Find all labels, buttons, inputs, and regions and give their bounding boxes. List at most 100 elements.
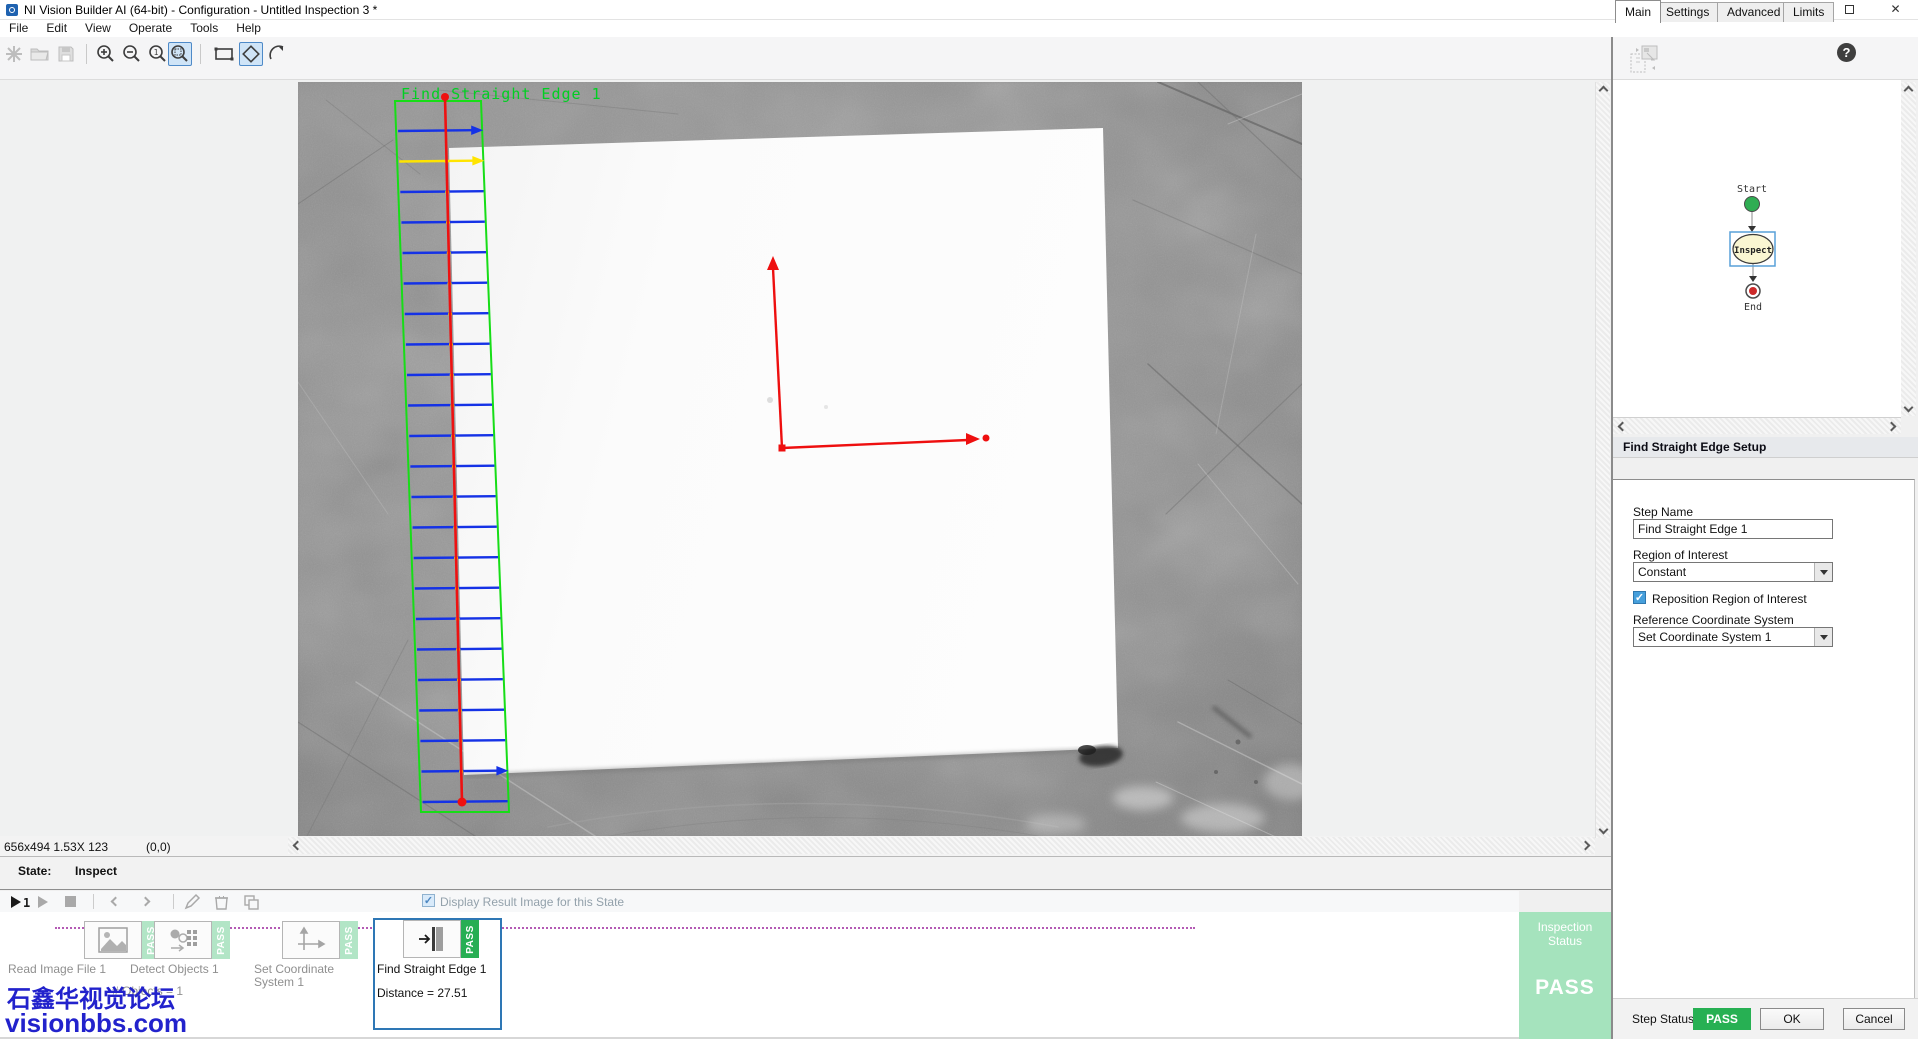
step-read-image-icon[interactable] — [84, 921, 142, 959]
tab-main[interactable]: Main — [1615, 0, 1661, 23]
diagram-start-label: Start — [1737, 184, 1767, 195]
rotated-rect-roi-icon[interactable] — [239, 42, 263, 66]
step-label[interactable]: Detect Objects 1 — [130, 963, 240, 976]
image-resolution-zoom: 656x494 1.53X 123 — [4, 840, 108, 854]
roi-label: Region of Interest — [1633, 548, 1728, 562]
stop-icon[interactable] — [64, 893, 77, 910]
step-label[interactable]: Find Straight Edge 1 — [377, 963, 497, 976]
toolbar-separator — [86, 44, 87, 64]
menu-help[interactable]: Help — [227, 20, 270, 37]
annulus-roi-icon[interactable] — [266, 42, 290, 66]
menu-edit[interactable]: Edit — [37, 20, 76, 37]
step-find-edge-icon[interactable] — [403, 920, 461, 958]
prev-icon[interactable] — [112, 893, 119, 910]
step-name-label: Step Name — [1633, 505, 1693, 519]
inspection-image[interactable]: Find Straight Edge 1 — [298, 82, 1302, 838]
ok-button[interactable]: OK — [1760, 1008, 1824, 1030]
next-icon[interactable] — [142, 893, 149, 910]
scroll-up-icon[interactable] — [1904, 86, 1914, 96]
scroll-down-icon[interactable] — [1599, 825, 1609, 835]
save-icon[interactable] — [54, 42, 78, 66]
reposition-roi-label: Reposition Region of Interest — [1652, 592, 1807, 606]
step-status-ribbon: PASS — [340, 921, 358, 959]
image-status-row: 656x494 1.53X 123 (0,0) — [0, 836, 1595, 856]
separator — [93, 894, 94, 909]
rect-roi-icon[interactable] — [212, 42, 236, 66]
diagram-hscrollbar[interactable] — [1613, 418, 1901, 434]
close-button[interactable]: ✕ — [1873, 0, 1918, 20]
run-icon[interactable] — [36, 893, 50, 910]
roi-dropdown[interactable]: Constant — [1633, 562, 1833, 582]
diagram-end-label: End — [1744, 302, 1762, 313]
overlay-step-label: Find Straight Edge 1 — [401, 85, 602, 103]
open-folder-icon[interactable] — [28, 42, 52, 66]
window-title: NI Vision Builder AI (64-bit) - Configur… — [24, 3, 377, 17]
toolbar-separator — [200, 44, 201, 64]
step-label[interactable]: Set Coordinate System 1 — [254, 963, 366, 989]
zoom-out-icon[interactable] — [120, 42, 144, 66]
scroll-up-icon[interactable] — [1599, 86, 1609, 96]
setup-panel-title: Find Straight Edge Setup — [1613, 437, 1918, 458]
svg-text:1: 1 — [23, 896, 30, 909]
edit-icon[interactable] — [184, 893, 201, 910]
state-label: State: — [18, 864, 51, 878]
scroll-right-icon[interactable] — [1581, 841, 1591, 851]
step-detect-objects-icon[interactable] — [154, 921, 212, 959]
diagram-start-node[interactable] — [1745, 197, 1760, 212]
diagram-vscrollbar[interactable] — [1901, 82, 1916, 416]
separator — [173, 894, 174, 909]
state-value[interactable]: Inspect — [75, 864, 117, 878]
zoom-1to1-icon[interactable]: 1 — [146, 42, 170, 66]
state-row: State: Inspect — [0, 856, 1611, 890]
step-status-ribbon: PASS — [461, 920, 479, 958]
image-hscrollbar[interactable] — [288, 837, 1595, 854]
watermark-line2: visionbbs.com — [5, 1008, 187, 1039]
zoom-fit-icon[interactable] — [168, 42, 192, 66]
run-once-icon[interactable]: 1 — [10, 893, 32, 910]
step-status-label: Step Status — [1632, 1012, 1694, 1026]
menu-view[interactable]: View — [76, 20, 120, 37]
setup-bottom-bar: Step Status PASS OK Cancel — [1613, 998, 1918, 1039]
image-vscrollbar[interactable] — [1595, 82, 1610, 838]
tab-limits[interactable]: Limits — [1783, 2, 1834, 22]
menu-file[interactable]: File — [0, 20, 37, 37]
inspection-status-panel: Inspection Status PASS — [1519, 912, 1611, 1039]
step-status-ribbon: PASS — [212, 921, 230, 959]
tab-advanced[interactable]: Advanced — [1717, 2, 1790, 22]
chevron-down-icon[interactable] — [1814, 563, 1832, 581]
tab-settings[interactable]: Settings — [1656, 2, 1719, 22]
new-icon[interactable] — [2, 42, 26, 66]
maximize-button[interactable] — [1828, 0, 1873, 20]
state-diagram-panel[interactable]: Start Inspect End — [1613, 80, 1901, 418]
scroll-left-icon[interactable] — [293, 841, 303, 851]
ref-cs-label: Reference Coordinate System — [1633, 613, 1794, 627]
steps-toolbar: 1 ✓ Display Result Image for this State — [0, 891, 1519, 912]
scroll-down-icon[interactable] — [1904, 403, 1914, 413]
help-icon[interactable]: ? — [1837, 43, 1856, 62]
setup-tabs — [1613, 458, 1918, 480]
copy-icon[interactable] — [243, 893, 259, 910]
chevron-down-icon[interactable] — [1814, 628, 1832, 646]
menu-operate[interactable]: Operate — [120, 20, 181, 37]
menu-tools[interactable]: Tools — [181, 20, 227, 37]
app-icon — [6, 4, 18, 16]
svg-text:1: 1 — [154, 48, 159, 57]
toggle-view-icon[interactable] — [1628, 42, 1662, 76]
step-name-input[interactable]: Find Straight Edge 1 — [1633, 519, 1833, 539]
ref-cs-dropdown[interactable]: Set Coordinate System 1 — [1633, 627, 1833, 647]
reposition-roi-checkbox[interactable]: ✓ — [1633, 591, 1646, 604]
display-result-checkbox[interactable]: ✓ — [422, 894, 435, 907]
step-set-coordinate-icon[interactable] — [282, 921, 340, 959]
delete-icon[interactable] — [214, 893, 229, 910]
diagram-inspect-label: Inspect — [1734, 246, 1772, 256]
cancel-button[interactable]: Cancel — [1843, 1008, 1905, 1030]
inspection-status-title2: Status — [1519, 934, 1611, 948]
step-label[interactable]: Read Image File 1 — [8, 963, 123, 976]
inspection-status-value: PASS — [1519, 976, 1611, 1000]
zoom-in-icon[interactable] — [94, 42, 118, 66]
step-result: Distance = 27.51 — [377, 987, 497, 1000]
cursor-coordinates: (0,0) — [146, 840, 171, 854]
scroll-right-icon[interactable] — [1887, 422, 1897, 432]
display-result-label: Display Result Image for this State — [440, 895, 624, 909]
scroll-left-icon[interactable] — [1618, 422, 1628, 432]
